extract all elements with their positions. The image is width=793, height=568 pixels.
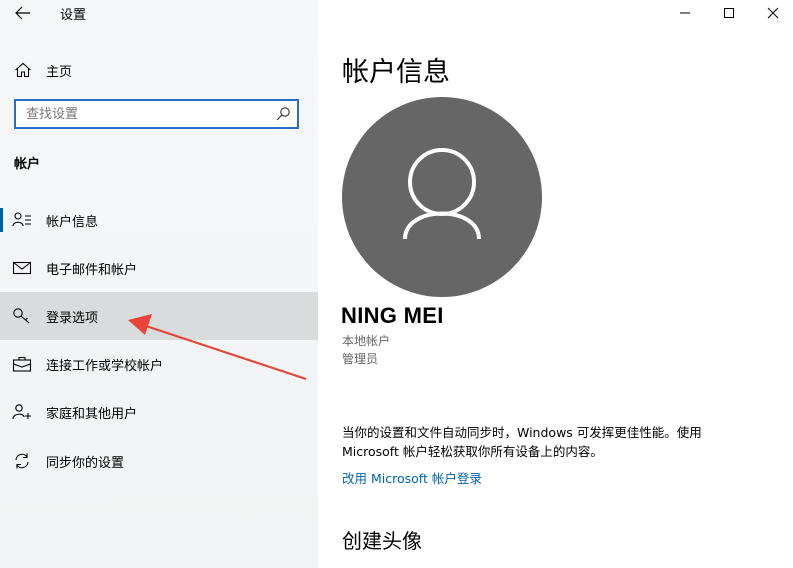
- search-input[interactable]: [16, 101, 276, 127]
- search-box[interactable]: [14, 99, 299, 129]
- maximize-button[interactable]: [706, 0, 752, 26]
- search-icon[interactable]: [275, 106, 291, 122]
- sidebar-item-label: 登录选项: [46, 311, 99, 326]
- sidebar-item-label: 同步你的设置: [46, 456, 125, 471]
- sidebar-item-label: 帐户信息: [46, 215, 99, 230]
- minimize-icon: [680, 12, 690, 14]
- maximize-icon: [724, 8, 734, 18]
- close-icon: [767, 7, 779, 19]
- main-content: 帐户信息 NING MEI 本地帐户 管理员 当你的设置和文件自动同步时，Win…: [318, 0, 793, 568]
- key-icon: [13, 308, 30, 324]
- user-name: NING MEI: [341, 303, 444, 328]
- section-title: 帐户: [14, 157, 41, 172]
- account-type: 本地帐户: [342, 334, 391, 348]
- close-button[interactable]: [750, 0, 793, 26]
- sidebar-item-home[interactable]: 主页: [0, 54, 318, 86]
- sidebar-item-sign-in-options[interactable]: 登录选项: [0, 292, 318, 340]
- sidebar: 设置 主页 帐户 帐户信息 电子邮件和帐户: [0, 0, 318, 568]
- person-list-icon: [12, 212, 31, 227]
- add-person-icon: [12, 404, 31, 420]
- minimize-button[interactable]: [662, 0, 708, 26]
- home-icon: [15, 62, 31, 78]
- active-indicator: [0, 208, 3, 232]
- back-arrow-icon: [15, 6, 30, 20]
- mail-icon: [12, 261, 32, 275]
- app-title: 设置: [60, 8, 87, 23]
- sidebar-item-label: 家庭和其他用户: [46, 407, 138, 422]
- page-title: 帐户信息: [342, 57, 450, 88]
- person-icon: [403, 148, 481, 240]
- microsoft-account-link[interactable]: 改用 Microsoft 帐户登录: [342, 468, 482, 487]
- avatar: [342, 97, 542, 297]
- sync-icon: [15, 453, 29, 469]
- create-avatar-heading: 创建头像: [342, 529, 422, 553]
- sidebar-item-email[interactable]: 电子邮件和帐户: [0, 244, 318, 292]
- briefcase-icon: [12, 356, 32, 372]
- sidebar-item-sync[interactable]: 同步你的设置: [0, 437, 318, 485]
- sidebar-item-label: 电子邮件和帐户: [46, 263, 138, 278]
- sidebar-item-work-school[interactable]: 连接工作或学校帐户: [0, 340, 318, 388]
- sidebar-item-label: 连接工作或学校帐户: [46, 359, 164, 374]
- sidebar-item-label: 主页: [46, 65, 73, 80]
- sync-description: 当你的设置和文件自动同步时，Windows 可发挥更佳性能。使用 Microso…: [342, 425, 702, 459]
- sidebar-item-account-info[interactable]: 帐户信息: [0, 196, 318, 244]
- sidebar-item-family[interactable]: 家庭和其他用户: [0, 388, 318, 436]
- back-button[interactable]: [8, 0, 38, 26]
- account-role: 管理员: [342, 352, 379, 366]
